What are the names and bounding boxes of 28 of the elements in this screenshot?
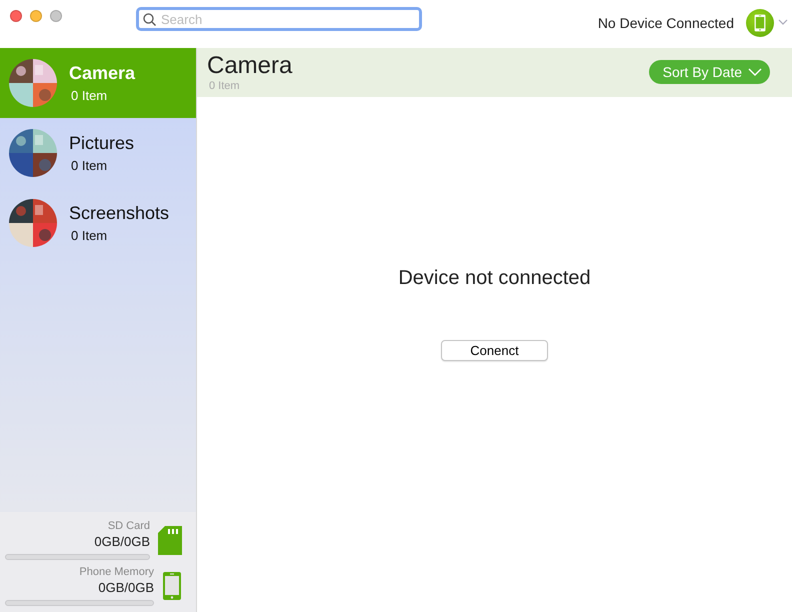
device-status: No Device Connected [598, 15, 734, 31]
album-name: Pictures [69, 133, 134, 154]
minimize-window-button[interactable] [30, 10, 42, 22]
storage-label: Phone Memory [79, 566, 154, 578]
chevron-down-icon[interactable] [778, 19, 788, 25]
storage-label: SD Card [108, 520, 150, 532]
connect-button[interactable]: Conenct [441, 340, 548, 361]
zoom-window-button[interactable] [50, 10, 62, 22]
storage-value: 0GB/0GB [94, 534, 150, 549]
item-count: 0 Item [208, 80, 241, 92]
status-message: Device not connected [398, 267, 591, 290]
sidebar-item[interactable]: Pictures 0 Item [0, 118, 196, 188]
sd-card-icon [158, 526, 182, 554]
phone-icon [754, 14, 766, 32]
album-name: Screenshots [69, 203, 170, 224]
item-count: 0 Item [70, 158, 108, 173]
device-button[interactable] [746, 9, 774, 37]
storage-value: 0GB/0GB [98, 580, 154, 595]
sidebar-item[interactable]: Screenshots 0 Item [0, 188, 196, 258]
chevron-down-icon [748, 68, 762, 76]
item-count: 0 Item [70, 88, 108, 103]
close-window-button[interactable] [10, 10, 22, 22]
search-icon [143, 13, 156, 26]
search-field[interactable]: Search [136, 7, 422, 31]
item-count: 0 Item [70, 228, 108, 243]
album-name: Camera [69, 63, 136, 84]
page-title: Camera [207, 52, 292, 80]
phone-icon [162, 571, 182, 601]
